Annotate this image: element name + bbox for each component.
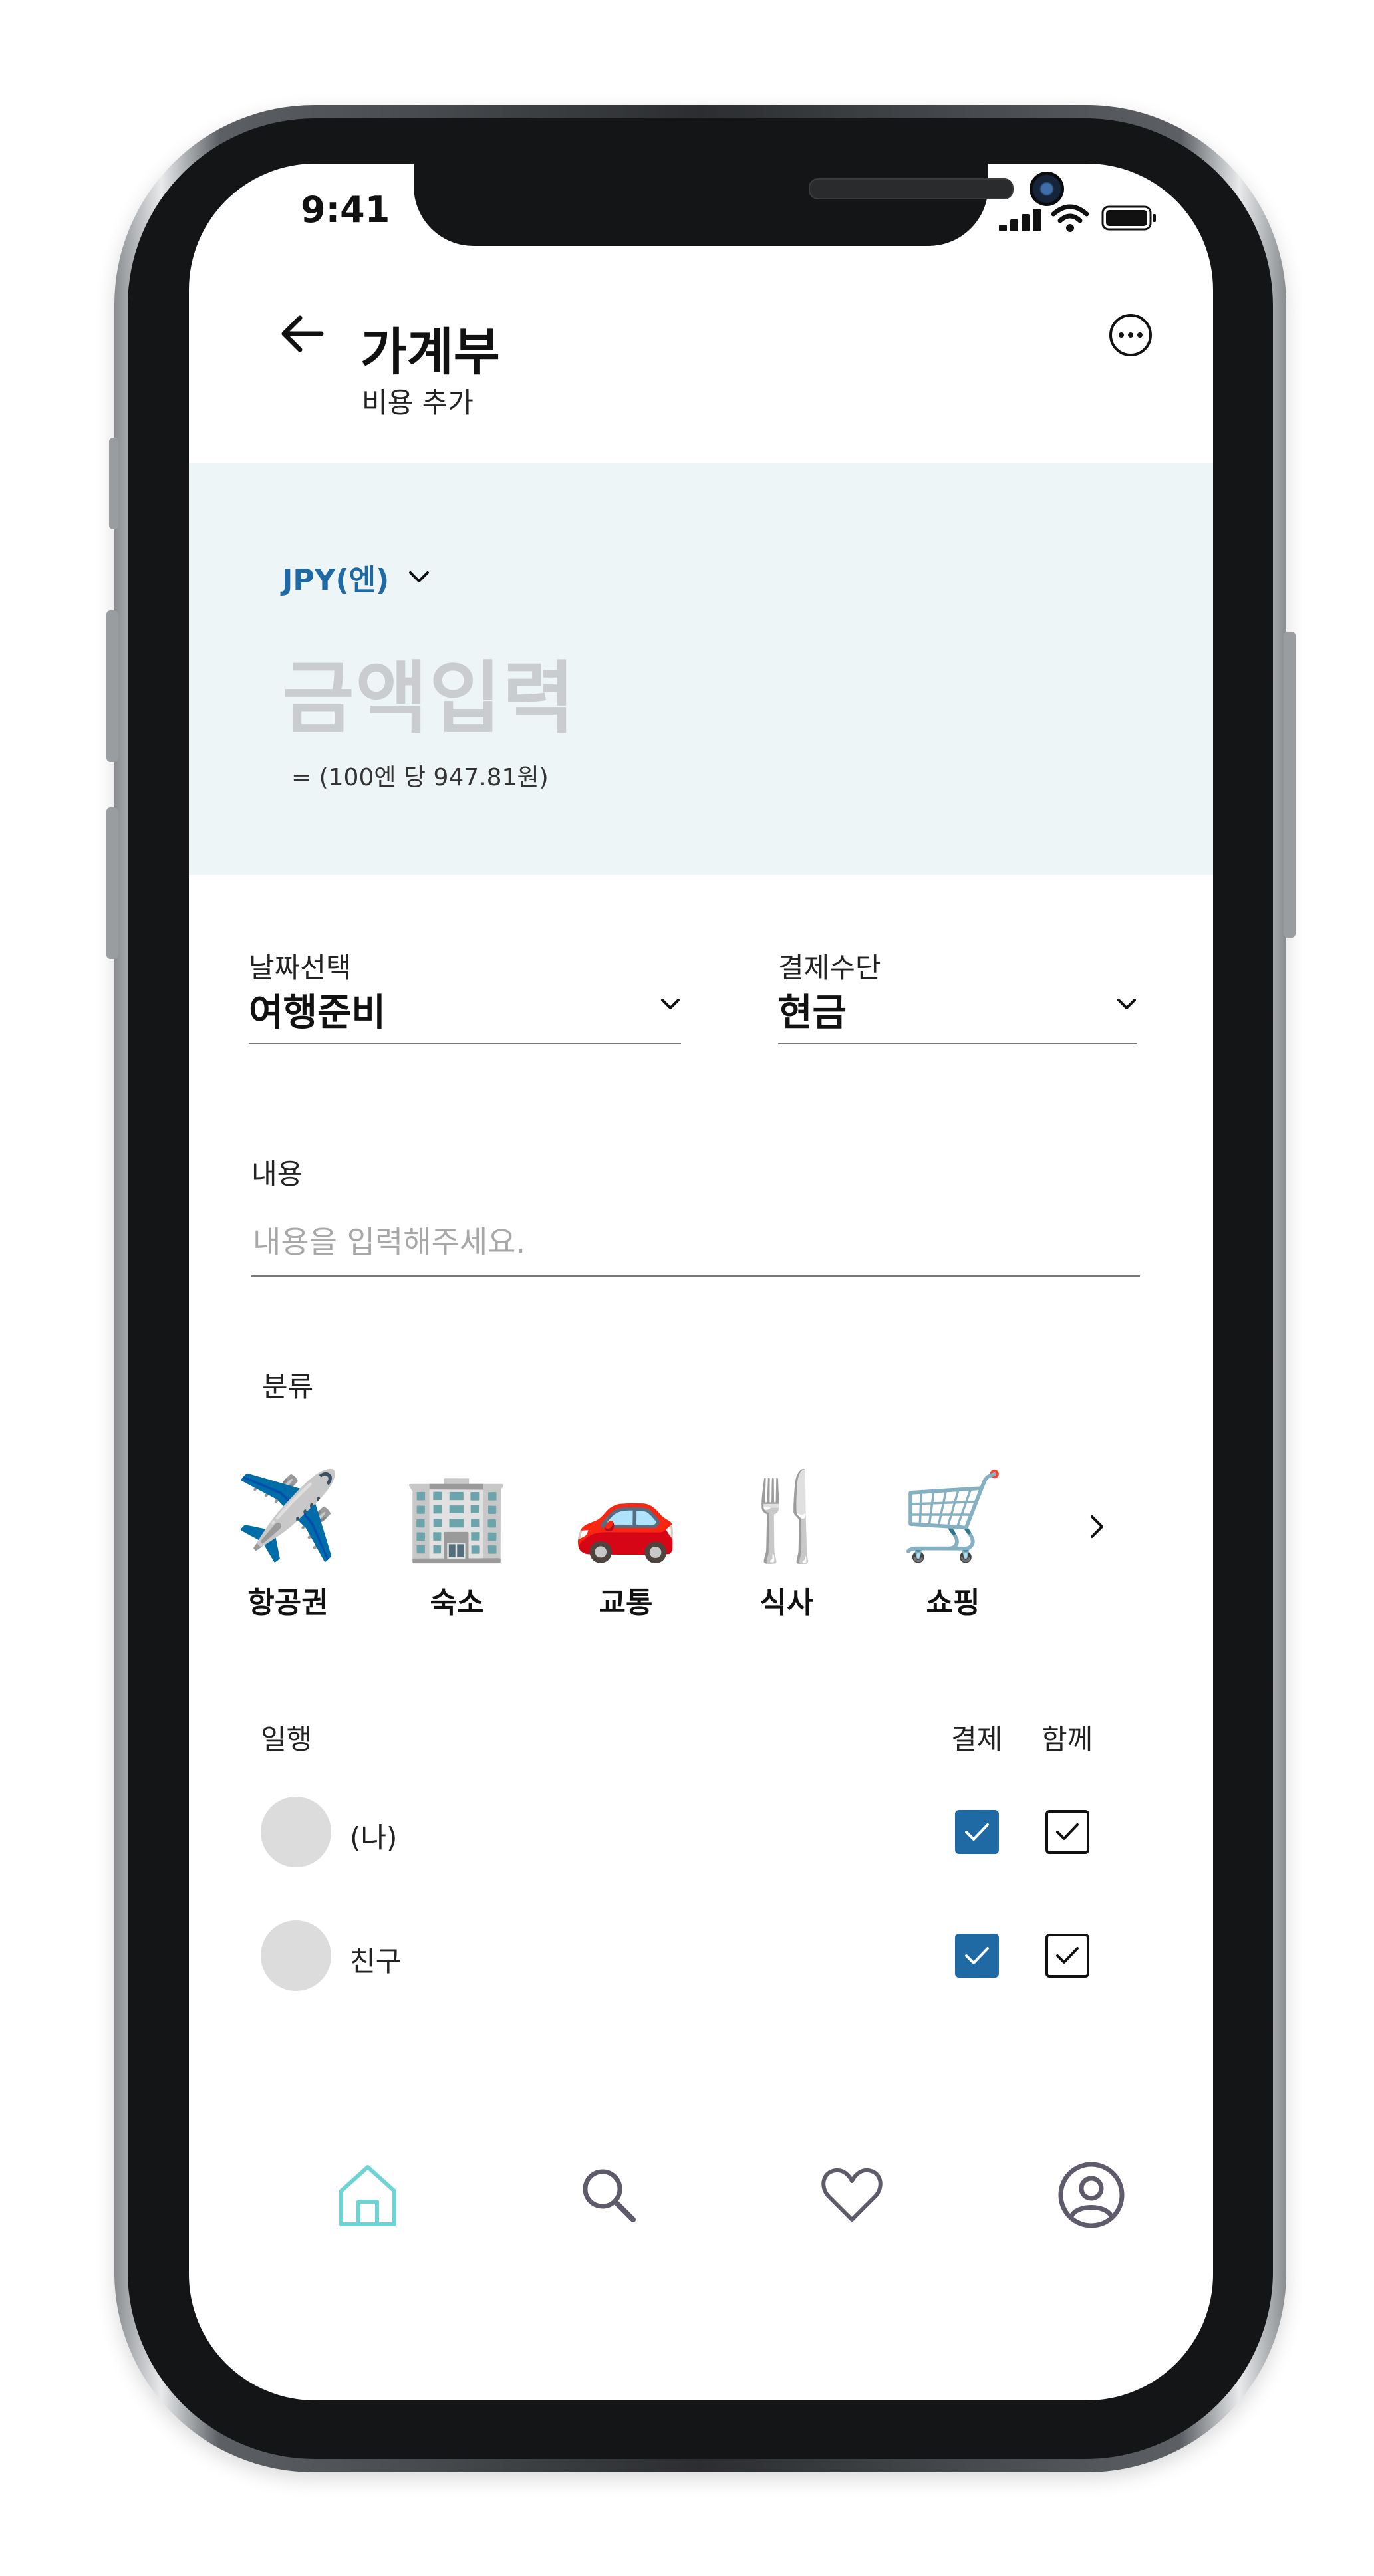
more-dot [1119, 332, 1124, 338]
category-shopping[interactable]: 🛒 쇼핑 [896, 1467, 1010, 1621]
nav-home[interactable] [331, 2158, 404, 2232]
column-pay-header: 결제 [951, 1723, 1003, 1755]
check-icon [1056, 1947, 1079, 1964]
content-underline [251, 1275, 1140, 1277]
speaker-grille [809, 178, 1014, 199]
payment-value: 현금 [778, 991, 847, 1035]
date-select[interactable]: 여행준비 [249, 983, 681, 1036]
more-options-button[interactable] [1109, 314, 1152, 356]
nav-profile[interactable] [1055, 2158, 1128, 2232]
category-transport[interactable]: 🚗 교통 [569, 1467, 682, 1621]
chevron-down-icon [409, 571, 430, 582]
arrow-left-icon [281, 315, 324, 352]
category-lodging[interactable]: 🏢 숙소 [400, 1467, 513, 1621]
amount-input[interactable]: 금액입력 [282, 634, 576, 748]
battery-icon [1101, 205, 1156, 231]
building-icon: 🏢 [404, 1467, 510, 1566]
category-label-text: 쇼핑 [926, 1586, 980, 1620]
date-underline [249, 1043, 681, 1044]
payment-underline [778, 1043, 1137, 1044]
nav-favorites[interactable] [815, 2158, 889, 2232]
more-dot [1128, 332, 1133, 338]
chevron-right-icon [1091, 1515, 1103, 1538]
pay-checkbox[interactable] [955, 1810, 999, 1854]
profile-icon [1058, 2162, 1125, 2228]
fork-knife-icon: 🍴 [734, 1467, 840, 1566]
nav-search[interactable] [572, 2158, 645, 2232]
more-dot [1137, 332, 1143, 338]
category-label-text: 숙소 [430, 1586, 484, 1620]
category-airplane[interactable]: ✈️ 항공권 [231, 1467, 344, 1621]
companions-label: 일행 [261, 1723, 313, 1755]
together-checkbox[interactable] [1045, 1810, 1089, 1854]
category-next-button[interactable] [1077, 1507, 1117, 1547]
category-label-text: 교통 [599, 1586, 653, 1620]
search-icon [583, 2169, 636, 2222]
avatar [261, 1797, 331, 1867]
payment-label: 결제수단 [778, 952, 881, 984]
category-label-text: 항공권 [247, 1586, 329, 1620]
date-label: 날짜선택 [249, 952, 352, 984]
heart-icon [821, 2168, 883, 2222]
power-button [1284, 632, 1296, 938]
companion-name: (나) [350, 1821, 398, 1854]
signal-icon [999, 207, 1041, 231]
status-time: 9:41 [301, 189, 390, 231]
wifi-icon [1051, 204, 1089, 232]
check-icon [1056, 1823, 1079, 1840]
page-title: 가계부 [360, 322, 500, 382]
volume-down-button [106, 807, 118, 959]
front-camera [1030, 172, 1064, 206]
check-icon [965, 1947, 989, 1964]
avatar [261, 1920, 331, 1991]
content-label: 내용 [251, 1158, 303, 1190]
category-label: 분류 [262, 1370, 314, 1403]
currency-select[interactable]: JPY(엔) [282, 556, 430, 598]
exchange-rate: = (100엔 당 947.81원) [291, 764, 549, 791]
together-checkbox[interactable] [1045, 1934, 1089, 1978]
currency-value: JPY(엔) [282, 563, 390, 597]
payment-select[interactable]: 현금 [778, 983, 1137, 1036]
pay-checkbox[interactable] [955, 1934, 999, 1978]
chevron-down-icon [1117, 999, 1136, 1009]
app-screen: 9:41 가계부 비용 추가 JPY(엔) 금액입력 = (100엔 당 947… [189, 164, 1213, 2400]
chevron-down-icon [661, 999, 680, 1009]
date-value: 여행준비 [249, 991, 386, 1035]
content-input[interactable]: 내용을 입력해주세요. [253, 1218, 525, 1262]
home-icon [339, 2165, 396, 2226]
car-icon: 🚗 [573, 1467, 679, 1566]
column-together-header: 함께 [1041, 1723, 1093, 1755]
companion-name: 친구 [350, 1945, 402, 1978]
category-label-text: 식사 [759, 1586, 814, 1620]
back-button[interactable] [275, 307, 329, 360]
volume-up-button [106, 610, 118, 762]
notch [414, 164, 1064, 246]
check-icon [965, 1823, 989, 1841]
airplane-icon: ✈️ [235, 1467, 341, 1566]
page-subtitle: 비용 추가 [362, 386, 474, 419]
shopping-cart-icon: 🛒 [900, 1467, 1006, 1566]
mute-switch [109, 438, 118, 529]
category-meal[interactable]: 🍴 식사 [730, 1467, 843, 1621]
